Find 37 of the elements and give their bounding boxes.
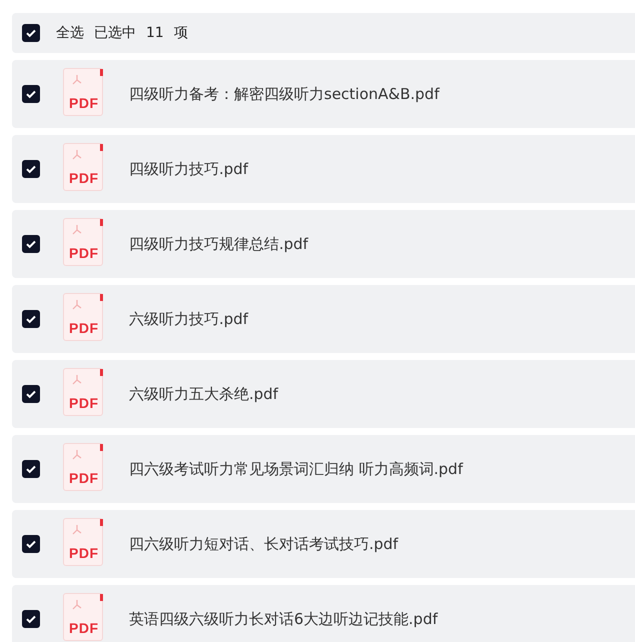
- file-name: 英语四级六级听力长对话6大边听边记技能.pdf: [129, 610, 438, 628]
- file-checkbox[interactable]: [22, 535, 40, 553]
- pdf-file-icon: PDF: [63, 68, 103, 116]
- count-unit: 项: [174, 24, 188, 42]
- file-checkbox[interactable]: [22, 85, 40, 103]
- pdf-file-icon: PDF: [63, 518, 103, 566]
- file-name: 六级听力技巧.pdf: [129, 310, 248, 328]
- pdf-file-icon: PDF: [63, 443, 103, 491]
- file-checkbox[interactable]: [22, 460, 40, 478]
- file-name: 六级听力五大杀绝.pdf: [129, 384, 278, 404]
- pdf-file-icon: PDF: [63, 218, 103, 266]
- file-name: 四级听力备考：解密四级听力sectionA&B.pdf: [129, 84, 440, 104]
- file-checkbox[interactable]: [22, 160, 40, 178]
- file-checkbox[interactable]: [22, 385, 40, 403]
- selected-label: 已选中: [94, 24, 136, 42]
- file-row[interactable]: PDF 四六级听力短对话、长对话考试技巧.pdf: [12, 510, 635, 578]
- file-row[interactable]: PDF 四级听力技巧.pdf: [12, 135, 635, 203]
- selected-count: 11: [146, 25, 164, 41]
- file-name: 四六级听力短对话、长对话考试技巧.pdf: [129, 534, 398, 554]
- file-checkbox[interactable]: [22, 610, 40, 628]
- file-checkbox[interactable]: [22, 235, 40, 253]
- file-row[interactable]: PDF 六级听力五大杀绝.pdf: [12, 360, 635, 428]
- file-checkbox[interactable]: [22, 310, 40, 328]
- file-row[interactable]: PDF 四六级考试听力常见场景词汇归纳 听力高频词.pdf: [12, 435, 635, 503]
- pdf-file-icon: PDF: [63, 143, 103, 191]
- pdf-file-icon: PDF: [63, 368, 103, 416]
- file-row[interactable]: PDF 六级听力技巧.pdf: [12, 285, 635, 353]
- file-name: 四级听力技巧规律总结.pdf: [129, 234, 308, 254]
- select-all-label: 全选: [56, 24, 84, 42]
- file-name: 四级听力技巧.pdf: [129, 160, 248, 178]
- pdf-file-icon: PDF: [63, 593, 103, 641]
- file-row[interactable]: PDF 四级听力备考：解密四级听力sectionA&B.pdf: [12, 60, 635, 128]
- file-row[interactable]: PDF 四级听力技巧规律总结.pdf: [12, 210, 635, 278]
- file-row[interactable]: PDF 英语四级六级听力长对话6大边听边记技能.pdf: [12, 585, 635, 642]
- file-name: 四六级考试听力常见场景词汇归纳 听力高频词.pdf: [129, 460, 463, 478]
- select-all-checkbox[interactable]: [22, 24, 40, 42]
- pdf-file-icon: PDF: [63, 293, 103, 341]
